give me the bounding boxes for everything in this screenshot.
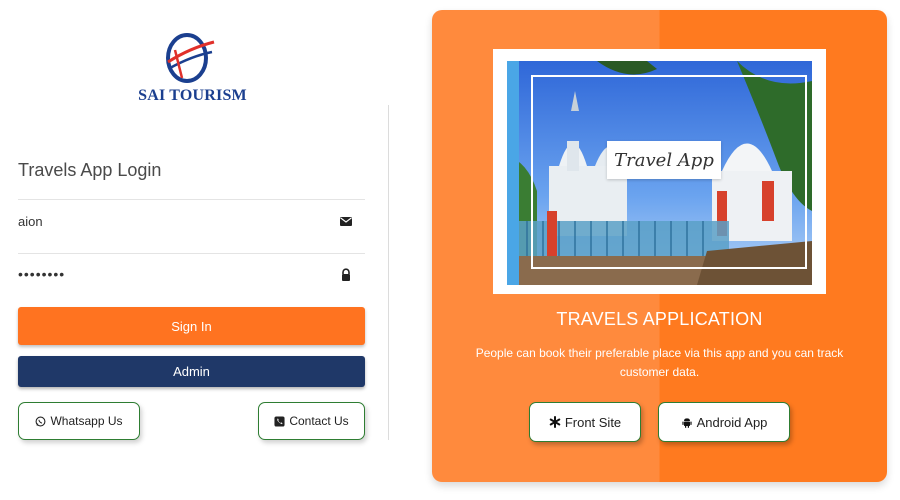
password-field[interactable]: •••••••• <box>18 253 365 303</box>
whatsapp-us-button[interactable]: Whatsapp Us <box>18 402 140 440</box>
sign-in-button[interactable]: Sign In <box>18 307 365 345</box>
app-heading: TRAVELS APPLICATION <box>556 309 763 329</box>
promo-image-frame: Travel App <box>493 49 826 294</box>
photo-edge-strip <box>507 61 519 285</box>
whatsapp-us-label: Whatsapp Us <box>50 414 123 428</box>
login-title: Travels App Login <box>18 160 162 180</box>
username-value[interactable]: aion <box>18 214 43 229</box>
brand-logo: SAI TOURISM <box>130 30 255 110</box>
password-value[interactable]: •••••••• <box>18 266 65 282</box>
logo-text: SAI TOURISM <box>138 87 247 104</box>
vertical-divider <box>388 105 389 440</box>
android-app-label: Android App <box>696 414 768 430</box>
login-page: SAI TOURISM Travels App Login aion •••••… <box>0 0 900 500</box>
android-app-button[interactable]: Android App <box>658 402 790 442</box>
username-field[interactable]: aion <box>18 199 365 249</box>
globe-logo-icon <box>166 33 215 83</box>
travel-app-caption: Travel App <box>607 141 721 179</box>
contact-us-button[interactable]: Contact Us <box>258 402 365 440</box>
promo-panel: Travel App TRAVELS APPLICATION People ca… <box>432 10 887 482</box>
whatsapp-icon <box>36 416 46 426</box>
front-site-label: Front Site <box>564 414 622 430</box>
admin-button[interactable]: Admin <box>18 356 365 387</box>
contact-us-label: Contact Us <box>289 414 349 428</box>
android-icon <box>681 418 692 428</box>
app-description: People can book their preferable place v… <box>475 346 844 379</box>
envelope-icon <box>340 217 352 226</box>
lock-icon <box>342 268 350 281</box>
phone-square-icon <box>274 415 285 427</box>
temple-photo: Travel App <box>507 61 812 285</box>
front-site-button[interactable]: Front Site <box>529 402 641 442</box>
asterisk-icon <box>549 416 561 428</box>
